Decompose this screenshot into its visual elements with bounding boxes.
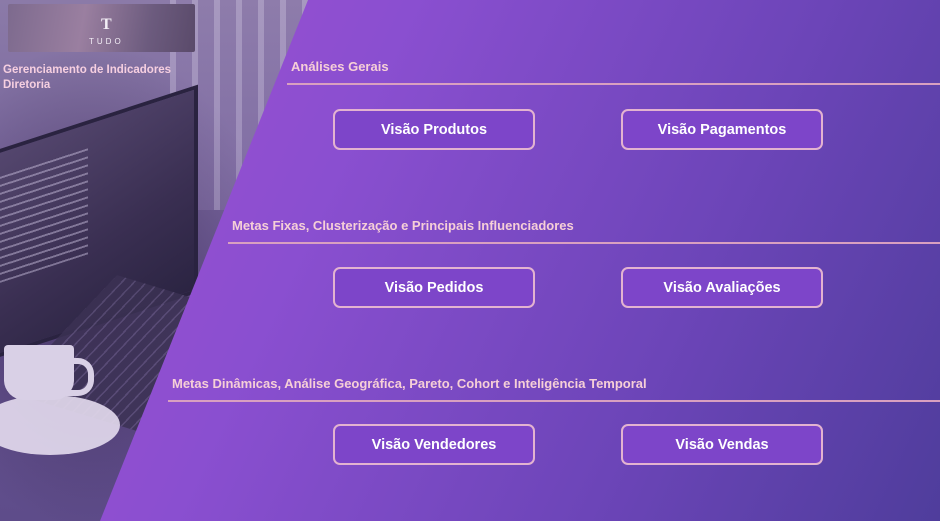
section-divider bbox=[228, 242, 940, 244]
page-title: Gerenciamento de Indicadores Diretoria bbox=[3, 63, 171, 93]
visao-vendedores-button[interactable]: Visão Vendedores bbox=[333, 424, 535, 465]
section-title-metas-dinamicas: Metas Dinâmicas, Análise Geográfica, Par… bbox=[172, 376, 647, 391]
section-divider bbox=[168, 400, 940, 402]
visao-vendas-button[interactable]: Visão Vendas bbox=[621, 424, 823, 465]
section-title-analises-gerais: Análises Gerais bbox=[291, 59, 389, 74]
section-title-metas-fixas: Metas Fixas, Clusterização e Principais … bbox=[232, 218, 574, 233]
logo-text: TUDO bbox=[89, 37, 124, 46]
section-divider bbox=[287, 83, 940, 85]
visao-pedidos-button[interactable]: Visão Pedidos bbox=[333, 267, 535, 308]
company-logo: T TUDO bbox=[8, 4, 195, 52]
mug-handle-image bbox=[66, 358, 94, 396]
visao-pagamentos-button[interactable]: Visão Pagamentos bbox=[621, 109, 823, 150]
visao-avaliacoes-button[interactable]: Visão Avaliações bbox=[621, 267, 823, 308]
page-title-line2: Diretoria bbox=[3, 79, 51, 91]
mug-image bbox=[4, 345, 74, 400]
page-title-line1: Gerenciamento de Indicadores bbox=[3, 64, 172, 76]
logo-mark: T bbox=[101, 16, 112, 33]
saucer-image bbox=[0, 395, 120, 455]
visao-produtos-button[interactable]: Visão Produtos bbox=[333, 109, 535, 150]
